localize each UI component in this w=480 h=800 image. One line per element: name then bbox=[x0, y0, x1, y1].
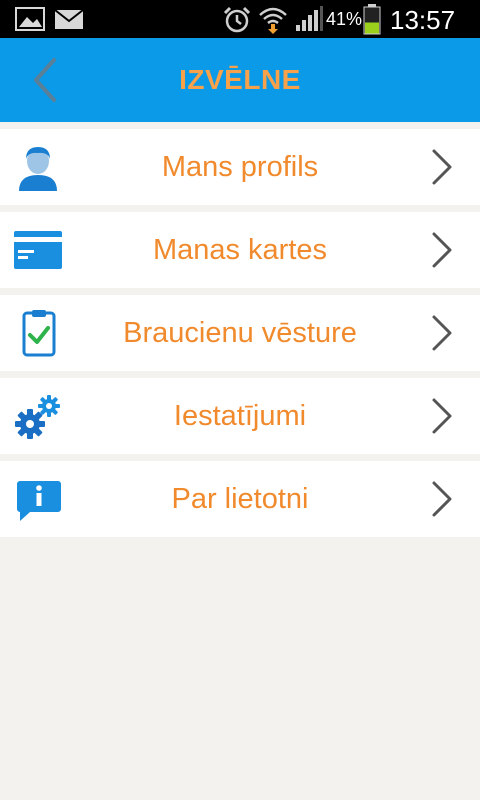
menu-item-label: Mans profils bbox=[161, 151, 319, 183]
app-bar: IZVĒLNE bbox=[0, 38, 480, 122]
menu-item-settings[interactable]: Iestatījumi bbox=[0, 378, 480, 454]
chevron-right-icon bbox=[432, 481, 452, 517]
menu-item-label: Par lietotni bbox=[171, 483, 309, 515]
menu-item-about[interactable]: Par lietotni bbox=[0, 461, 480, 537]
battery-percent: 41% bbox=[326, 9, 363, 29]
status-bar: 41% 13:57 bbox=[0, 0, 480, 38]
chevron-right-icon bbox=[432, 232, 452, 268]
page-title: IZVĒLNE bbox=[179, 64, 301, 95]
menu-item-profile[interactable]: Mans profils bbox=[0, 129, 480, 205]
chevron-right-icon bbox=[432, 149, 452, 185]
alarm-icon bbox=[223, 6, 251, 33]
signal-icon bbox=[296, 6, 323, 31]
chevron-right-icon bbox=[432, 315, 452, 351]
status-time: 13:57 bbox=[390, 5, 456, 35]
chevron-right-icon bbox=[432, 398, 452, 434]
menu-item-label: Manas kartes bbox=[152, 234, 328, 266]
menu-item-cards[interactable]: Manas kartes bbox=[0, 212, 480, 288]
menu-list: Mans profils Manas kartes Braucienu vēst… bbox=[0, 129, 480, 544]
battery-icon bbox=[363, 4, 381, 35]
mail-icon bbox=[54, 9, 84, 29]
menu-item-trip-history[interactable]: Braucienu vēsture bbox=[0, 295, 480, 371]
wifi-icon bbox=[259, 7, 287, 34]
menu-item-label: Iestatījumi bbox=[173, 400, 307, 432]
menu-item-label: Braucienu vēsture bbox=[123, 317, 357, 349]
image-icon bbox=[15, 7, 45, 31]
